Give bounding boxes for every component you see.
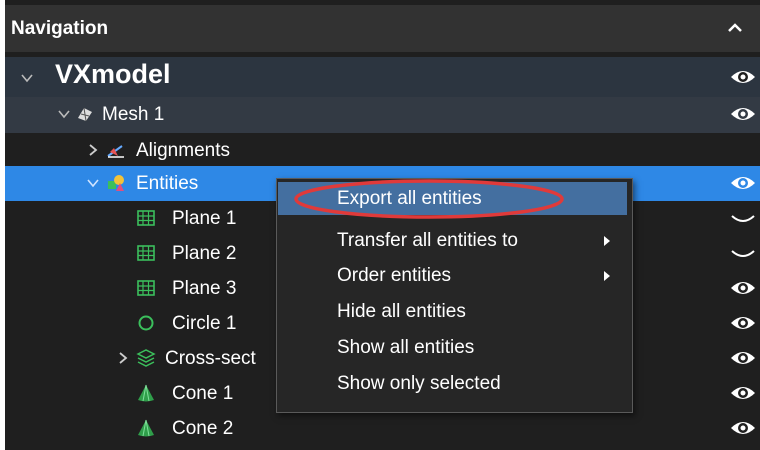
menu-item-export-all-entities[interactable]: Export all entities [278,182,627,215]
tree-item-label: Plane 3 [172,278,237,299]
menu-item-label: Transfer all entities to [337,230,518,251]
menu-item-label: Order entities [337,265,452,286]
tree-item-label: Plane 1 [172,208,237,229]
cone-icon [138,419,154,437]
tree-item-label: Cross-sect [165,348,256,369]
chevron-right-icon[interactable] [115,350,131,366]
eye-icon[interactable] [730,278,756,298]
tree-row-alignments[interactable]: Alignments [5,133,760,168]
menu-item-hide-all-entities[interactable]: Hide all entities [277,295,632,328]
tree-row-model[interactable]: VXmodel [5,57,760,97]
plane-icon [137,280,155,296]
tree-item-label: Plane 2 [172,243,237,264]
menu-item-show-all-entities[interactable]: Show all entities [277,331,632,364]
tree-item-label: Alignments [136,140,230,161]
cone-icon [138,384,154,402]
menu-item-transfer-all-entities[interactable]: Transfer all entities to [277,224,632,257]
submenu-arrow-icon [604,236,610,246]
cross-section-icon [136,349,156,367]
chevron-up-icon[interactable] [724,17,746,39]
circle-icon [138,315,154,331]
tree-item-label: Cone 2 [172,418,234,439]
eye-icon[interactable] [730,383,756,403]
eye-icon[interactable] [730,348,756,368]
eye-icon[interactable] [730,173,756,193]
alignment-icon [107,145,124,158]
menu-item-label: Show only selected [337,373,501,394]
tree-item-label: Circle 1 [172,313,237,334]
eye-closed-icon[interactable] [730,208,756,228]
menu-item-show-only-selected[interactable]: Show only selected [277,367,632,400]
eye-icon[interactable] [730,67,756,87]
chevron-down-icon[interactable] [85,175,101,191]
menu-item-label: Show all entities [337,337,475,358]
eye-icon[interactable] [730,313,756,333]
menu-item-order-entities[interactable]: Order entities [277,259,632,292]
tree-row-mesh[interactable]: Mesh 1 [5,97,760,133]
plane-icon [137,245,155,261]
tree-row-cone-2[interactable]: Cone 2 [5,411,760,446]
tree-item-label: Cone 1 [172,383,234,404]
chevron-down-icon[interactable] [56,106,72,122]
panel-title: Navigation [11,18,109,39]
chevron-right-icon[interactable] [85,142,101,158]
chevron-down-icon[interactable] [19,70,35,86]
eye-closed-icon[interactable] [730,243,756,263]
menu-item-label: Hide all entities [337,301,466,322]
panel-header: Navigation [5,5,760,52]
entities-icon [108,175,124,191]
context-menu: Export all entities Transfer all entitie… [276,178,633,413]
tree-item-label: Entities [136,173,199,194]
submenu-arrow-icon [604,271,610,281]
mesh-icon [78,107,92,122]
plane-icon [137,210,155,226]
tree-item-label: Mesh 1 [102,104,165,125]
eye-icon[interactable] [730,418,756,438]
model-label: VXmodel [55,59,171,89]
menu-item-label: Export all entities [337,188,482,209]
eye-icon[interactable] [730,104,756,124]
